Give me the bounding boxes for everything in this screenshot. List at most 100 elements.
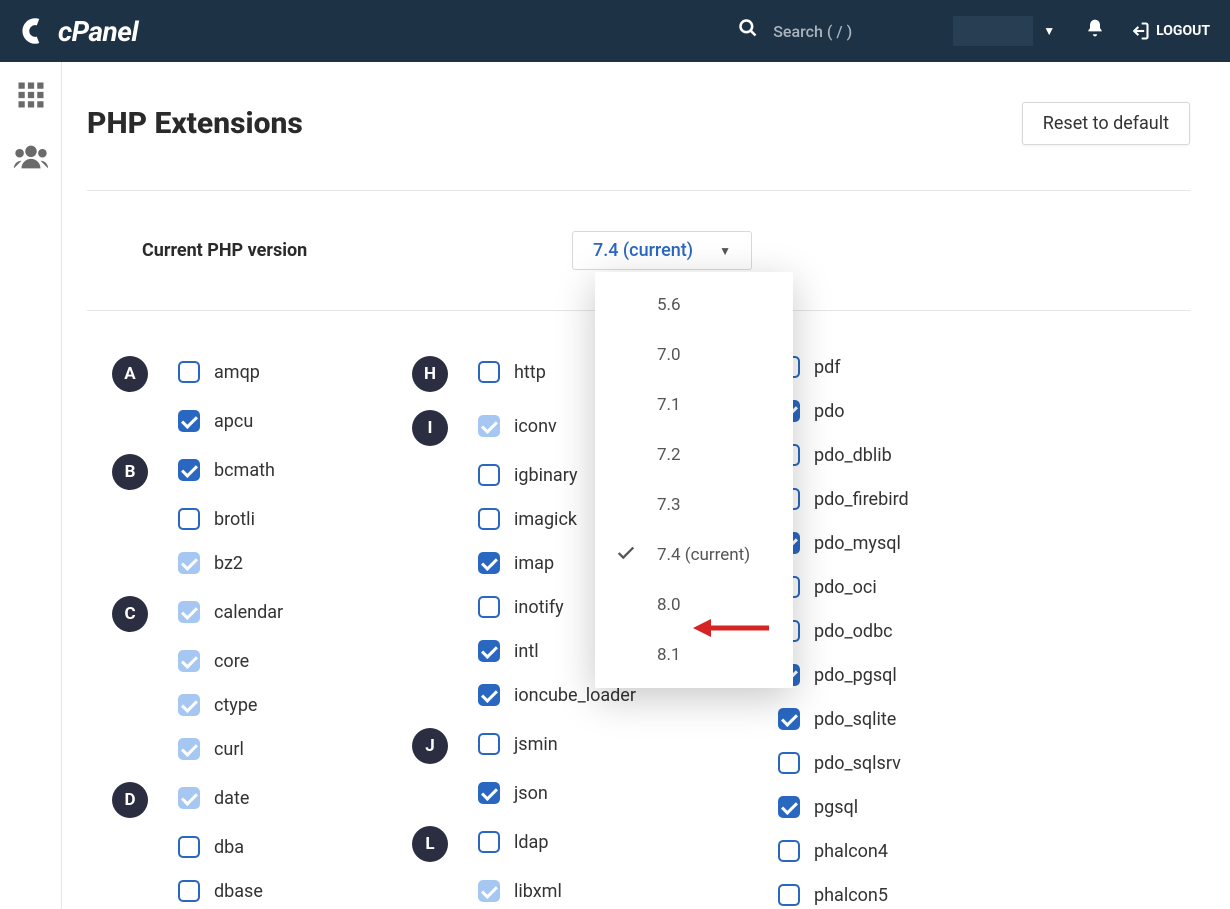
- extension-name: intl: [514, 641, 539, 662]
- users-icon[interactable]: [12, 143, 50, 179]
- extension-checkbox[interactable]: [778, 840, 800, 862]
- extension-checkbox[interactable]: [478, 640, 500, 662]
- extension-checkbox[interactable]: [178, 836, 200, 858]
- check-icon: [615, 542, 637, 569]
- version-option-label: 7.2: [657, 445, 681, 465]
- extension-name: bcmath: [214, 460, 275, 481]
- extension-item: pgsql: [712, 796, 1012, 818]
- extension-checkbox[interactable]: [178, 552, 200, 574]
- extension-name: json: [514, 783, 548, 804]
- extension-item: phalcon5: [712, 884, 1012, 906]
- extension-checkbox[interactable]: [178, 361, 200, 383]
- version-option[interactable]: 5.6: [595, 280, 793, 330]
- extension-checkbox[interactable]: [478, 464, 500, 486]
- extension-checkbox[interactable]: [478, 552, 500, 574]
- extension-name: iconv: [514, 416, 557, 437]
- group-letter-badge: A: [112, 356, 148, 392]
- extension-checkbox[interactable]: [778, 752, 800, 774]
- group-letter-badge: B: [112, 454, 148, 490]
- extension-name: pdo_sqlite: [814, 709, 896, 730]
- version-dropdown: 5.6 7.07.1 7.2 7.3 7.4 (current) 8.0 8.1: [595, 272, 793, 688]
- extension-name: ctype: [214, 695, 257, 716]
- extension-item: http: [478, 361, 546, 383]
- search-icon[interactable]: [738, 18, 758, 44]
- version-label: Current PHP version: [142, 240, 572, 261]
- extension-checkbox[interactable]: [178, 459, 200, 481]
- extension-name: date: [214, 788, 249, 809]
- extension-item: dba: [112, 836, 412, 858]
- extension-checkbox[interactable]: [178, 601, 200, 623]
- extension-name: apcu: [214, 411, 253, 432]
- extension-name: bz2: [214, 553, 243, 574]
- version-option-label: 5.6: [657, 295, 681, 315]
- version-option[interactable]: 7.3: [595, 480, 793, 530]
- extension-checkbox[interactable]: [478, 415, 500, 437]
- extension-checkbox[interactable]: [778, 708, 800, 730]
- main-content: PHP Extensions Reset to default Current …: [62, 62, 1230, 909]
- extension-name: amqp: [214, 362, 260, 383]
- extension-checkbox[interactable]: [178, 880, 200, 902]
- extension-checkbox[interactable]: [178, 410, 200, 432]
- extension-checkbox[interactable]: [478, 782, 500, 804]
- extension-checkbox[interactable]: [478, 684, 500, 706]
- logo-text: cPanel: [58, 15, 138, 48]
- bell-icon[interactable]: [1085, 18, 1105, 44]
- extension-checkbox[interactable]: [478, 880, 500, 902]
- top-bar: cPanel ▼ LOGOUT: [0, 0, 1230, 62]
- extension-checkbox[interactable]: [778, 796, 800, 818]
- extension-checkbox[interactable]: [478, 361, 500, 383]
- extension-checkbox[interactable]: [478, 508, 500, 530]
- extension-checkbox[interactable]: [478, 831, 500, 853]
- extension-checkbox[interactable]: [178, 787, 200, 809]
- reset-to-default-button[interactable]: Reset to default: [1022, 102, 1190, 145]
- extension-name: dbase: [214, 881, 263, 902]
- top-right: ▼ LOGOUT: [738, 16, 1210, 46]
- version-option[interactable]: 8.1: [595, 630, 793, 680]
- extension-name: phalcon4: [814, 841, 888, 862]
- version-option[interactable]: 7.4 (current): [595, 530, 793, 580]
- extension-checkbox[interactable]: [178, 694, 200, 716]
- extension-name: phalcon5: [814, 885, 888, 906]
- extension-name: pdo: [814, 401, 845, 422]
- version-option[interactable]: 7.2: [595, 430, 793, 480]
- extension-item: bcmath: [178, 459, 275, 481]
- header-row: PHP Extensions Reset to default: [87, 102, 1190, 191]
- extension-checkbox[interactable]: [178, 738, 200, 760]
- search-input[interactable]: [773, 22, 903, 41]
- version-option-label: 8.0: [657, 595, 681, 615]
- extension-name: igbinary: [514, 465, 577, 486]
- extension-name: pdo_mysql: [814, 533, 901, 554]
- logout-button[interactable]: LOGOUT: [1130, 21, 1210, 41]
- extension-name: http: [514, 362, 546, 383]
- apps-grid-icon[interactable]: [16, 80, 46, 118]
- version-option[interactable]: 7.1: [595, 380, 793, 430]
- group-header-line: Aamqp: [112, 356, 412, 392]
- extension-name: inotify: [514, 597, 564, 618]
- extension-checkbox[interactable]: [178, 650, 200, 672]
- group-letter-badge: L: [412, 826, 448, 862]
- cpanel-logo[interactable]: cPanel: [20, 15, 138, 48]
- group-letter-badge: C: [112, 596, 148, 632]
- php-version-select[interactable]: 7.4 (current) ▼ 5.67.07.17.27.37.4 (curr…: [572, 231, 752, 270]
- extension-name: calendar: [214, 602, 283, 623]
- extensions-column: AamqpapcuBbcmathbrotlibz2Ccalendarcorect…: [112, 356, 412, 909]
- extension-checkbox[interactable]: [178, 508, 200, 530]
- extension-name: pdo_odbc: [814, 621, 893, 642]
- extension-item: phalcon4: [712, 840, 1012, 862]
- version-option-label: 7.4 (current): [657, 545, 750, 565]
- extension-item: amqp: [178, 361, 260, 383]
- extension-item: bz2: [112, 552, 412, 574]
- group-letter-badge: D: [112, 782, 148, 818]
- extension-checkbox[interactable]: [478, 733, 500, 755]
- version-option[interactable]: 7.0: [595, 330, 793, 380]
- caret-down-icon[interactable]: ▼: [1043, 24, 1055, 38]
- version-option[interactable]: 8.0: [595, 580, 793, 630]
- group-header-line: Bbcmath: [112, 454, 412, 490]
- extension-item: calendar: [178, 601, 283, 623]
- extension-checkbox[interactable]: [778, 884, 800, 906]
- extension-name: libxml: [514, 881, 562, 902]
- group-header-line: Ddate: [112, 782, 412, 818]
- extension-item: curl: [112, 738, 412, 760]
- extension-checkbox[interactable]: [478, 596, 500, 618]
- account-menu[interactable]: [953, 16, 1033, 46]
